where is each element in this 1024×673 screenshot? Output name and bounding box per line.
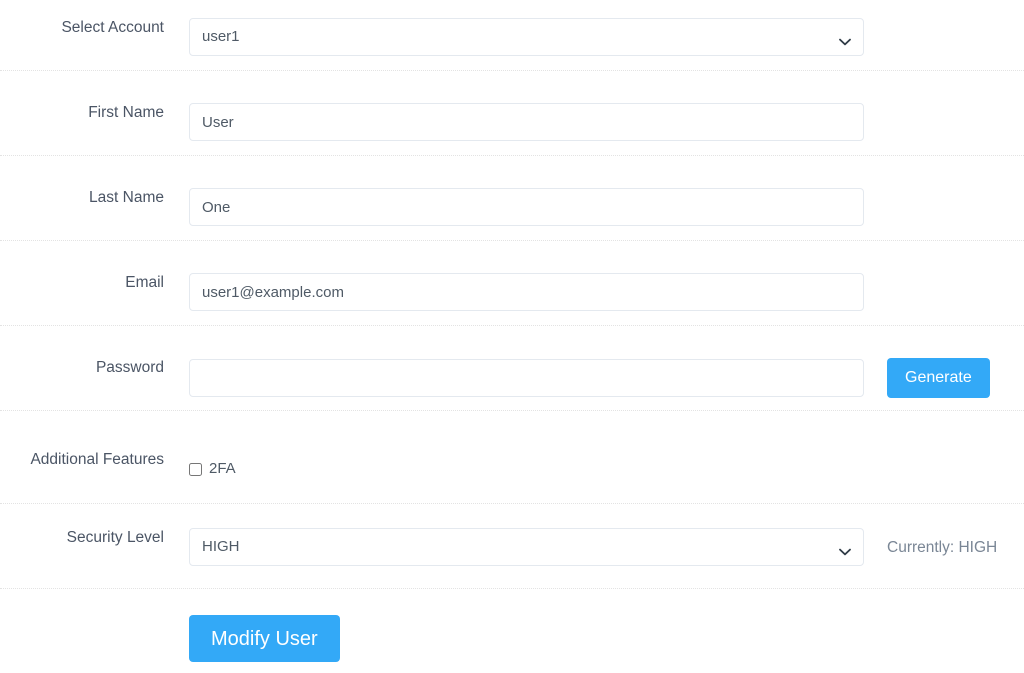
label-last-name: Last Name <box>89 189 164 206</box>
form-row-select-account: Select Account user1 <box>0 18 1024 56</box>
checkbox-field-2fa[interactable]: 2FA <box>189 450 236 488</box>
modify-user-form: Select Account user1 First Name Last Nam… <box>0 0 1024 673</box>
form-row-password: Password Generate <box>0 358 1024 398</box>
label-additional-features: Additional Features <box>30 451 164 468</box>
first-name-input[interactable] <box>189 103 864 141</box>
divider-2 <box>0 155 1024 156</box>
divider-5 <box>0 410 1024 411</box>
security-level-current-note: Currently: HIGH <box>887 538 998 556</box>
select-account-input[interactable]: user1 <box>189 18 864 56</box>
form-row-additional-features: Additional Features 2FA <box>0 450 1024 488</box>
control-additional-features: 2FA <box>189 450 1024 488</box>
form-row-email: Email <box>0 273 1024 311</box>
select-account-wrapper[interactable]: user1 <box>189 18 864 56</box>
control-email <box>189 273 1024 311</box>
label-select-account: Select Account <box>61 19 164 36</box>
security-level-wrapper[interactable]: HIGH <box>189 528 864 566</box>
divider-4 <box>0 325 1024 326</box>
form-row-first-name: First Name <box>0 103 1024 141</box>
email-input[interactable] <box>189 273 864 311</box>
password-input[interactable] <box>189 359 864 397</box>
control-security-level: HIGH Currently: HIGH <box>189 528 1024 566</box>
modify-user-button[interactable]: Modify User <box>189 615 340 662</box>
control-submit: Modify User <box>189 615 1024 662</box>
form-row-submit: Modify User <box>0 615 1024 662</box>
generate-password-button[interactable]: Generate <box>887 358 990 398</box>
label-first-name: First Name <box>88 104 164 121</box>
divider-3 <box>0 240 1024 241</box>
divider-6 <box>0 503 1024 504</box>
2fa-checkbox-label: 2FA <box>209 460 236 477</box>
form-row-security-level: Security Level HIGH Currently: HIGH <box>0 528 1024 566</box>
2fa-checkbox[interactable] <box>189 462 202 476</box>
form-row-last-name: Last Name <box>0 188 1024 226</box>
label-security-level: Security Level <box>66 529 164 546</box>
label-email: Email <box>125 274 164 291</box>
security-level-input[interactable]: HIGH <box>189 528 864 566</box>
last-name-input[interactable] <box>189 188 864 226</box>
divider-1 <box>0 70 1024 71</box>
control-last-name <box>189 188 1024 226</box>
divider-7 <box>0 588 1024 589</box>
control-select-account: user1 <box>189 18 1024 56</box>
label-password: Password <box>95 359 164 376</box>
control-first-name <box>189 103 1024 141</box>
control-password: Generate <box>189 358 1024 398</box>
